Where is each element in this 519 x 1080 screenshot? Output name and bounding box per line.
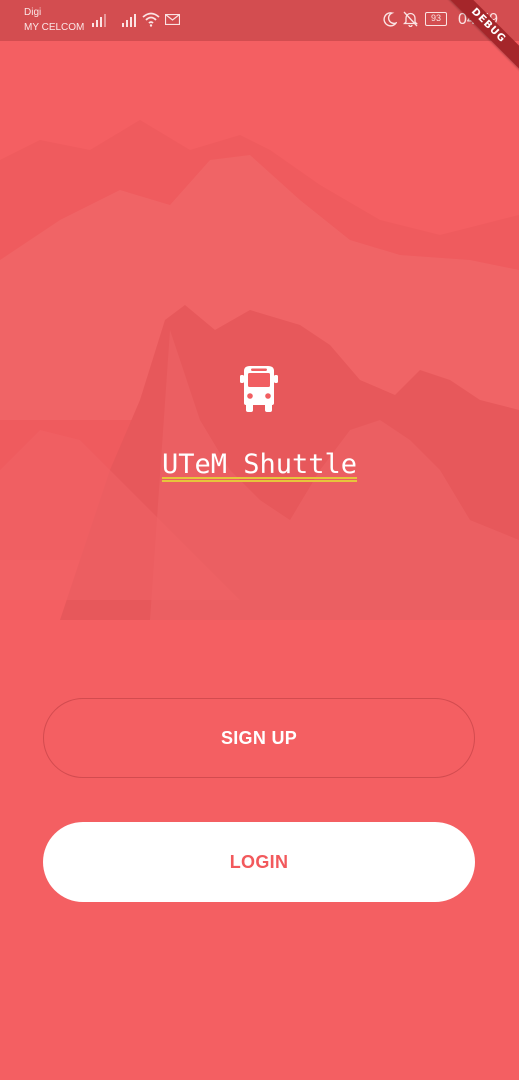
mountain-background-image xyxy=(0,0,519,1080)
welcome-screen: Digi MY CELCOM 93 DEBUG UTeM Shuttle SIG… xyxy=(0,0,519,1080)
signal-icon xyxy=(92,14,106,27)
battery-icon: 93 xyxy=(425,12,447,26)
app-title: UTeM Shuttle xyxy=(0,446,519,484)
mail-icon xyxy=(165,14,180,25)
wifi-icon xyxy=(142,12,160,27)
sign-up-button[interactable]: SIGN UP xyxy=(43,698,475,778)
app-title-text: UTeM Shuttle xyxy=(161,449,358,480)
sign-up-button-label: SIGN UP xyxy=(220,727,298,748)
signal-icon xyxy=(122,14,136,27)
bus-icon xyxy=(240,366,278,412)
status-bar: Digi MY CELCOM 93 xyxy=(0,0,519,41)
carrier-name-secondary: MY CELCOM xyxy=(24,22,85,33)
bell-off-icon xyxy=(403,11,418,27)
carrier-name-primary: Digi xyxy=(24,7,42,18)
login-button-label: LOGIN xyxy=(229,851,289,872)
moon-icon xyxy=(383,12,397,27)
login-button[interactable]: LOGIN xyxy=(43,822,475,902)
